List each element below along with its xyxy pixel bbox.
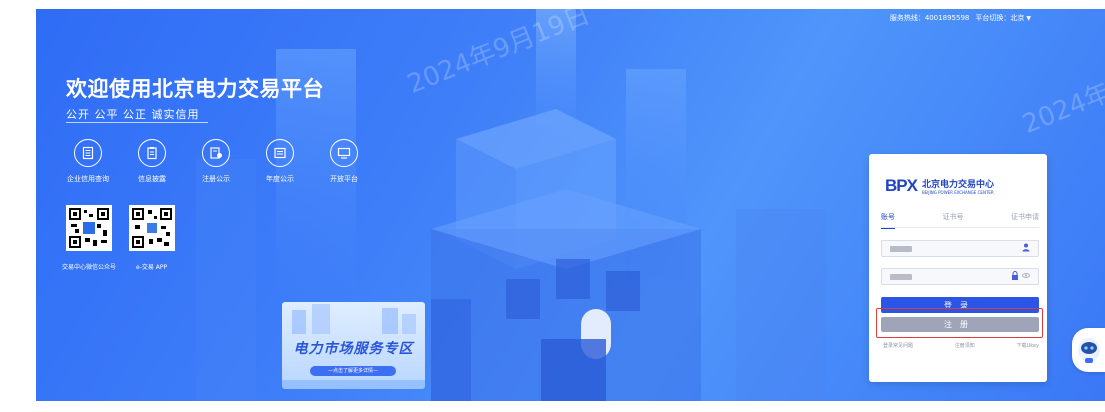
quick-link-label: 开放平台 [330,175,358,183]
login-help-links: 登录常见问题 注册须知 下载Ukey [883,342,1039,349]
clipboard-icon [138,139,166,167]
username-value-redacted [890,246,912,252]
quick-link-disclosure[interactable]: 信息披露 [122,139,182,184]
qr-label-wechat: 交易中心微信公众号 [62,264,117,271]
lock-icon [1011,271,1019,283]
logo-text: 北京电力交易中心 BEIJING POWER EXCHANGE CENTER [922,177,994,195]
registration-notice-link[interactable]: 注册须知 [955,342,975,349]
quick-link-registration[interactable]: 注册公示 [186,139,246,184]
monitor-icon [330,139,358,167]
top-bar: 服务热线：4001895598 平台切换：北京 ▼ [890,13,1031,23]
quick-link-credit-query[interactable]: 企业信用查询 [58,139,118,184]
username-input[interactable] [881,240,1039,257]
tabs-divider [881,227,1039,228]
quick-link-annual[interactable]: 年度公示 [250,139,310,184]
logo-en-text: BEIJING POWER EXCHANGE CENTER [921,190,994,195]
eye-icon[interactable] [1022,271,1030,283]
hotline-text: 服务热线：4001895598 [889,14,970,22]
download-ukey-link[interactable]: 下载Ukey [1017,342,1039,349]
platform-switch[interactable]: 平台切换：北京 ▼ [975,13,1031,23]
quick-link-label: 信息披露 [138,175,166,183]
document-list-icon [74,139,102,167]
quick-link-label: 企业信用查询 [67,175,109,183]
slogan-underline [66,122,208,123]
robot-icon [1078,338,1100,363]
logo-mark: BPX [885,176,918,195]
promo-card[interactable]: 电力市场服务专区 —点击了解更多详情— [282,302,425,389]
password-value-redacted [890,274,912,280]
promo-title: 电力市场服务专区 [293,341,414,357]
login-card: BPX 北京电力交易中心 BEIJING POWER EXCHANGE CENT… [869,154,1047,382]
registration-icon [202,139,230,167]
annual-report-icon [266,139,294,167]
logo: BPX 北京电力交易中心 BEIJING POWER EXCHANGE CENT… [885,176,994,196]
caret-down-icon: ▼ [1026,15,1031,22]
quick-link-label: 年度公示 [266,175,294,183]
page: 2024年9月19日 2024年9月19日 服务热线：4001895598 平台… [0,0,1105,412]
qr-code-icon [132,208,172,248]
register-highlight-box [876,308,1043,338]
slogan: 公开 公平 公正 诚实信用 [66,108,200,121]
promo-subtitle: —点击了解更多详情— [310,366,396,376]
assistant-robot-button[interactable] [1072,328,1105,372]
qr-code-wechat [66,205,112,251]
platform-switch-label: 平台切换：北京 [975,14,1025,22]
qr-code-icon [69,208,109,248]
qr-label-app: e-交易 APP [136,264,168,271]
logo-cn-text: 北京电力交易中心 [921,180,994,190]
user-icon [1022,243,1030,255]
page-title: 欢迎使用北京电力交易平台 [66,77,324,101]
faq-link[interactable]: 登录常见问题 [883,342,913,349]
hero-banner: 2024年9月19日 2024年9月19日 服务热线：4001895598 平台… [36,9,1105,401]
quick-link-label: 注册公示 [202,175,230,183]
qr-code-app [129,205,175,251]
password-input[interactable] [881,268,1039,285]
quick-link-open-platform[interactable]: 开放平台 [314,139,374,184]
